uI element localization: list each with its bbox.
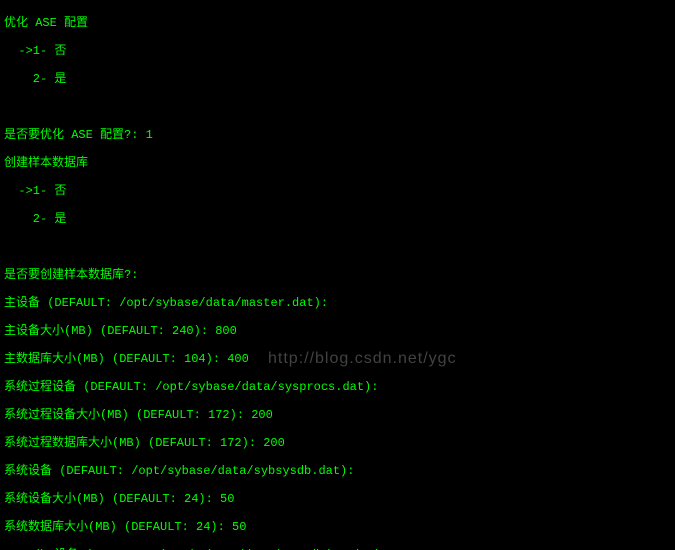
line-6: ->1- 否 (4, 184, 66, 198)
line-2: 2- 是 (4, 72, 66, 86)
line-5: 创建样本数据库 (4, 156, 88, 170)
line-17: 系统设备大小(MB) (DEFAULT: 24): 50 (4, 492, 234, 506)
line-4: 是否要优化 ASE 配置?: 1 (4, 128, 153, 142)
line-14: 系统过程设备大小(MB) (DEFAULT: 172): 200 (4, 408, 273, 422)
line-7: 2- 是 (4, 212, 66, 226)
line-18: 系统数据库大小(MB) (DEFAULT: 24): 50 (4, 520, 246, 534)
line-16: 系统设备 (DEFAULT: /opt/sybase/data/sybsysdb… (4, 464, 354, 478)
line-10: 主设备 (DEFAULT: /opt/sybase/data/master.da… (4, 296, 328, 310)
line-15: 系统过程数据库大小(MB) (DEFAULT: 172): 200 (4, 436, 285, 450)
terminal-pane[interactable]: 优化 ASE 配置 ->1- 否 2- 是 是否要优化 ASE 配置?: 1 创… (0, 0, 675, 550)
line-12: 主数据库大小(MB) (DEFAULT: 104): 400 (4, 352, 249, 366)
watermark-text: http://blog.csdn.net/ygc (268, 352, 457, 366)
line-9: 是否要创建样本数据库?: (4, 268, 138, 282)
line-11: 主设备大小(MB) (DEFAULT: 240): 800 (4, 324, 237, 338)
line-0: 优化 ASE 配置 (4, 16, 88, 30)
line-1: ->1- 否 (4, 44, 66, 58)
line-13: 系统过程设备 (DEFAULT: /opt/sybase/data/syspro… (4, 380, 378, 394)
